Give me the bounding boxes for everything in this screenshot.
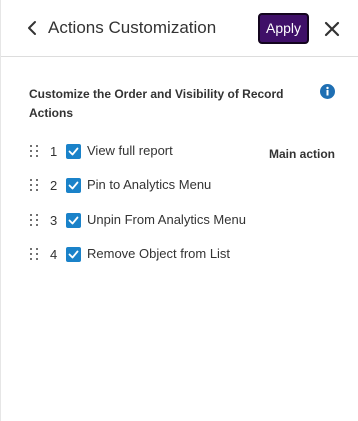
actions-customization-panel: Actions Customization Apply Customize th… — [0, 0, 358, 421]
action-row: 4 Remove Object from List — [1, 245, 358, 269]
action-order-number: 1 — [50, 144, 58, 159]
action-visibility-checkbox[interactable] — [66, 144, 81, 159]
action-visibility-checkbox[interactable] — [66, 213, 81, 228]
action-order-number: 3 — [50, 213, 58, 228]
info-button[interactable] — [320, 84, 335, 99]
drag-handle-icon[interactable] — [30, 213, 40, 229]
action-visibility-checkbox[interactable] — [66, 178, 81, 193]
info-icon — [320, 84, 335, 99]
close-icon — [324, 21, 340, 37]
chevron-left-icon — [28, 21, 36, 35]
action-label: Unpin From Analytics Menu — [87, 212, 246, 227]
checkmark-icon — [68, 216, 79, 225]
page-title: Actions Customization — [48, 18, 217, 37]
apply-button[interactable]: Apply — [258, 13, 309, 44]
back-button[interactable] — [23, 18, 41, 38]
section-title: Customize the Order and Visibility of Re… — [29, 87, 284, 120]
action-visibility-checkbox[interactable] — [66, 247, 81, 262]
action-label: Pin to Analytics Menu — [87, 177, 212, 192]
panel-header: Actions Customization Apply — [1, 0, 358, 57]
checkmark-icon — [68, 250, 79, 259]
checkmark-icon — [68, 181, 79, 190]
action-label: View full report — [87, 143, 173, 158]
drag-handle-icon[interactable] — [30, 178, 40, 194]
action-label: Remove Object from List — [87, 246, 231, 261]
action-row: 1 View full report Main action — [1, 142, 358, 166]
close-button[interactable] — [323, 20, 341, 38]
action-row: 2 Pin to Analytics Menu — [1, 176, 358, 200]
drag-handle-icon[interactable] — [30, 144, 40, 160]
drag-handle-icon[interactable] — [30, 247, 40, 263]
action-row: 3 Unpin From Analytics Menu — [1, 211, 358, 235]
checkmark-icon — [68, 147, 79, 156]
action-order-number: 2 — [50, 178, 58, 193]
main-action-badge: Main action — [269, 147, 336, 161]
action-order-number: 4 — [50, 247, 58, 262]
